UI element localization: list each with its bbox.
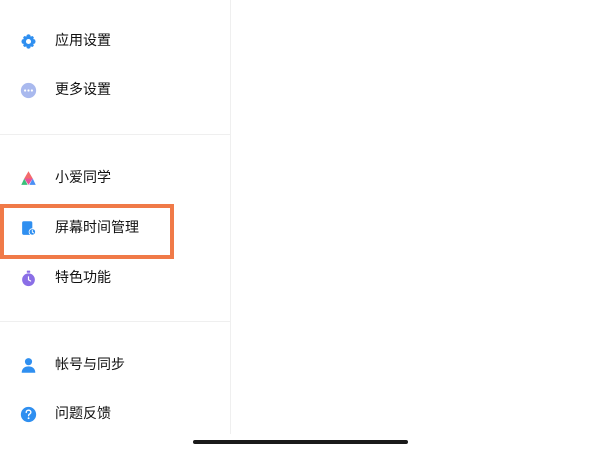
menu-item-label: 帐号与同步 xyxy=(55,357,125,373)
settings-screen: 应用设置 更多设置 小爱同学 屏幕时间管理 特色功能 帐号与同步 问题反馈 xyxy=(0,0,600,450)
menu-item-screen-time[interactable]: 屏幕时间管理 xyxy=(0,205,230,251)
menu-item-features[interactable]: 特色功能 xyxy=(0,255,230,301)
menu-item-xiaoai[interactable]: 小爱同学 xyxy=(0,155,230,201)
more-dots-icon xyxy=(20,82,37,99)
help-question-icon xyxy=(20,406,37,423)
account-person-icon xyxy=(20,357,37,374)
menu-item-app-settings[interactable]: 应用设置 xyxy=(0,18,230,64)
menu-item-feedback[interactable]: 问题反馈 xyxy=(0,391,230,437)
menu-item-label: 问题反馈 xyxy=(55,406,111,422)
menu-item-label: 更多设置 xyxy=(55,82,111,98)
gear-icon xyxy=(20,33,37,50)
menu-item-label: 应用设置 xyxy=(55,33,111,49)
menu-item-label: 特色功能 xyxy=(55,270,111,286)
settings-sidebar: 应用设置 更多设置 小爱同学 屏幕时间管理 特色功能 帐号与同步 问题反馈 xyxy=(0,0,231,434)
detail-pane xyxy=(231,0,600,434)
menu-item-label: 小爱同学 xyxy=(55,170,111,186)
menu-item-more-settings[interactable]: 更多设置 xyxy=(0,67,230,113)
section-divider xyxy=(0,134,230,135)
menu-item-account-sync[interactable]: 帐号与同步 xyxy=(0,342,230,388)
menu-item-label: 屏幕时间管理 xyxy=(55,220,139,236)
section-divider xyxy=(0,321,230,322)
feature-timer-icon xyxy=(20,270,37,287)
home-indicator-bar[interactable] xyxy=(193,440,408,444)
screen-time-icon xyxy=(20,220,37,237)
xiaoai-icon xyxy=(20,170,37,187)
